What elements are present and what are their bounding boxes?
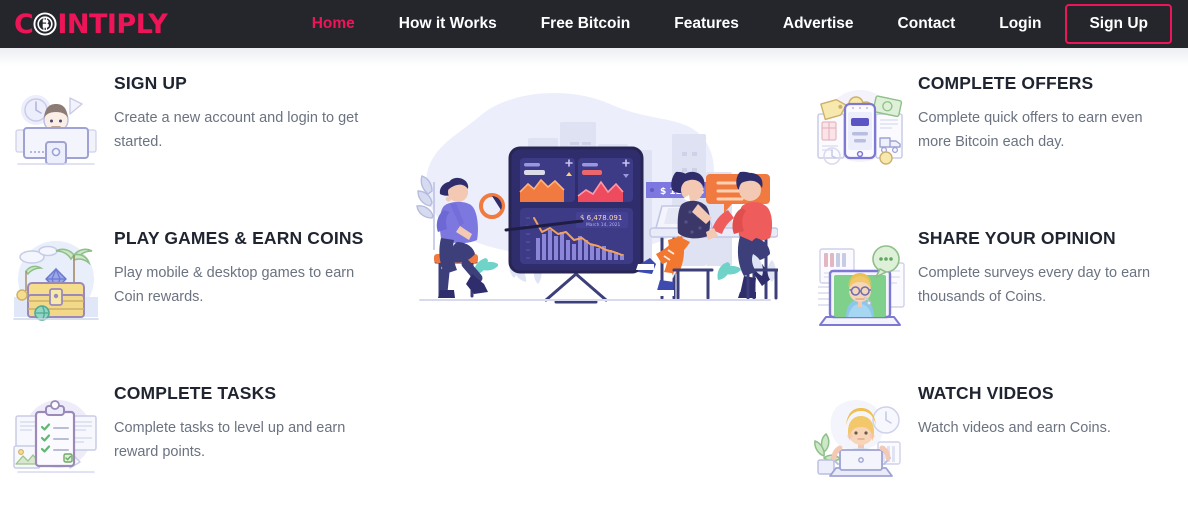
features-column-right: COMPLETE OFFERS Complete quick offers to… bbox=[810, 48, 1188, 513]
treasure-chest-icon bbox=[8, 235, 104, 331]
feature-complete-tasks[interactable]: COMPLETE TASKS Complete tasks to level u… bbox=[8, 370, 378, 513]
feature-text: COMPLETE OFFERS Complete quick offers to… bbox=[908, 60, 1188, 154]
feature-description: Complete quick offers to earn even more … bbox=[918, 109, 1143, 150]
team-trading-dashboard-illustration: $ 6,478.091 March 14, 2021 $ bbox=[410, 86, 778, 318]
feature-text: SHARE YOUR OPINION Complete surveys ever… bbox=[908, 215, 1188, 309]
top-navigation-bar: C INTIPLY Home How it Works Free Bitcoin… bbox=[0, 0, 1188, 48]
hero-illustration-column: $ 6,478.091 March 14, 2021 $ bbox=[378, 48, 810, 513]
feature-title: SIGN UP bbox=[114, 73, 188, 93]
feature-complete-offers[interactable]: COMPLETE OFFERS Complete quick offers to… bbox=[812, 60, 1188, 215]
bitcoin-coin-icon bbox=[32, 11, 58, 37]
feature-sign-up[interactable]: SIGN UP Create a new account and login t… bbox=[8, 60, 378, 215]
logo-text-part1: C bbox=[14, 8, 34, 40]
person-at-desktop-icon bbox=[8, 80, 104, 176]
nav-item-login[interactable]: Login bbox=[977, 0, 1061, 48]
feature-title: WATCH VIDEOS bbox=[918, 383, 1054, 403]
feature-text: WATCH VIDEOS Watch videos and earn Coins… bbox=[908, 370, 1188, 441]
page-body: SIGN UP Create a new account and login t… bbox=[0, 48, 1188, 513]
feature-title: SHARE YOUR OPINION bbox=[918, 228, 1116, 248]
nav-item-how-it-works[interactable]: How it Works bbox=[377, 0, 519, 48]
logo-text-part2: INTIPLY bbox=[57, 8, 168, 40]
feature-text: PLAY GAMES & EARN COINS Play mobile & de… bbox=[104, 215, 378, 309]
feature-description: Watch videos and earn Coins. bbox=[918, 419, 1111, 436]
feature-title: COMPLETE TASKS bbox=[114, 383, 277, 403]
nav-item-home[interactable]: Home bbox=[290, 0, 377, 48]
nav-item-advertise[interactable]: Advertise bbox=[761, 0, 876, 48]
nav-links: Home How it Works Free Bitcoin Features … bbox=[290, 0, 1172, 48]
features-column-left: SIGN UP Create a new account and login t… bbox=[0, 48, 378, 513]
nav-item-features[interactable]: Features bbox=[652, 0, 761, 48]
feature-description: Create a new account and login to get st… bbox=[114, 109, 359, 150]
hero-chart-value-text: $ 6,478.091 bbox=[580, 214, 622, 222]
hero-chart-date-text: March 14, 2021 bbox=[586, 222, 621, 228]
features-grid: SIGN UP Create a new account and login t… bbox=[0, 48, 1188, 513]
nav-item-contact[interactable]: Contact bbox=[876, 0, 978, 48]
feature-description: Complete tasks to level up and earn rewa… bbox=[114, 419, 346, 460]
feature-title: COMPLETE OFFERS bbox=[918, 73, 1094, 93]
sign-up-button[interactable]: Sign Up bbox=[1065, 4, 1172, 44]
logo-wordmark: C INTIPLY bbox=[14, 8, 168, 40]
video-laptop-icon bbox=[812, 390, 908, 486]
feature-play-games[interactable]: PLAY GAMES & EARN COINS Play mobile & de… bbox=[8, 215, 378, 370]
cointiply-logo[interactable]: C INTIPLY bbox=[14, 8, 168, 40]
feature-description: Play mobile & desktop games to earn Coin… bbox=[114, 264, 355, 305]
feature-watch-videos[interactable]: WATCH VIDEOS Watch videos and earn Coins… bbox=[812, 370, 1188, 513]
feature-title: PLAY GAMES & EARN COINS bbox=[114, 228, 364, 248]
nav-item-free-bitcoin[interactable]: Free Bitcoin bbox=[519, 0, 653, 48]
feature-text: SIGN UP Create a new account and login t… bbox=[104, 60, 378, 154]
survey-laptop-icon bbox=[812, 235, 908, 331]
clipboard-checklist-icon bbox=[8, 390, 104, 486]
feature-text: COMPLETE TASKS Complete tasks to level u… bbox=[104, 370, 378, 464]
feature-share-opinion[interactable]: SHARE YOUR OPINION Complete surveys ever… bbox=[812, 215, 1188, 370]
feature-description: Complete surveys every day to earn thous… bbox=[918, 264, 1151, 305]
mobile-offers-icon bbox=[812, 80, 908, 176]
